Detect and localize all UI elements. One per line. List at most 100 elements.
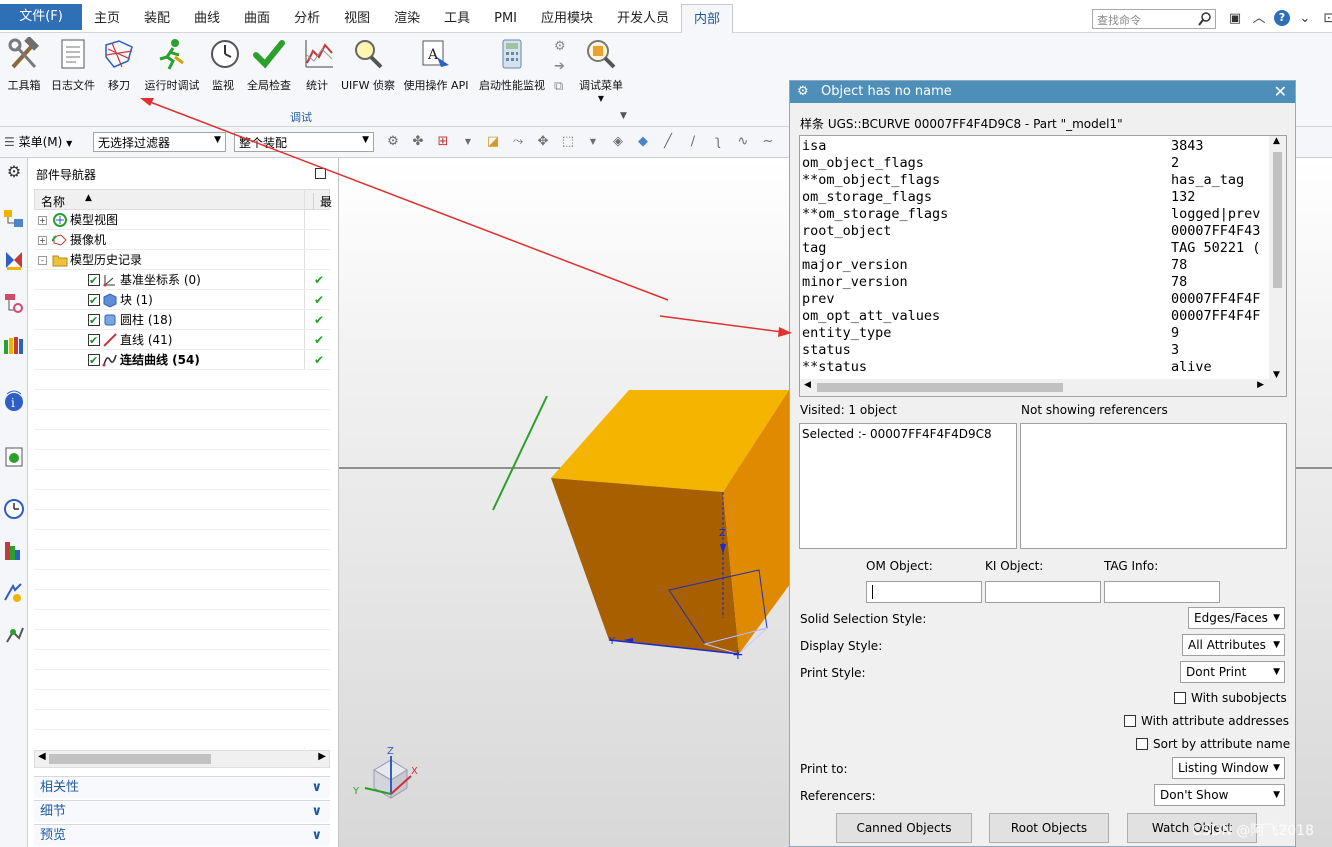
scroll-right-icon[interactable]: ▶ [318,751,326,762]
assembly-navigator-icon[interactable] [3,208,25,230]
attribute-row[interactable]: major_version 78 [802,257,1268,274]
tab-render[interactable]: 渲染 [382,4,432,33]
root-objects-button[interactable]: Root Objects [989,813,1109,843]
palette-icon[interactable] [3,540,25,562]
referencers-list[interactable] [1020,423,1287,549]
gear-icon[interactable]: ⚙ [797,81,809,103]
scroll-up-icon[interactable]: ▲ [1273,136,1280,146]
arrow-small-icon[interactable]: ➔ [554,59,572,79]
tab-curve[interactable]: 曲线 [182,4,232,33]
gear-small-icon[interactable]: ⚙ [554,39,572,59]
attribute-row[interactable]: minor_version 78 [802,274,1268,291]
solid-selection-style-select[interactable]: Edges/Faces ▼ [1188,607,1285,629]
close-icon[interactable]: ✕ [1274,81,1287,103]
with-subobjects-checkbox[interactable]: With subobjects [1174,691,1287,705]
solid-icon[interactable]: ◈ [609,133,627,151]
start-perf-monitor-button[interactable]: 启动性能监视 [478,37,546,93]
component-select-icon[interactable]: ✤ [409,133,427,151]
tab-assembly[interactable]: 装配 [132,4,182,33]
visibility-checkbox[interactable] [88,271,100,291]
selection-filter-select[interactable]: 无选择过滤器 ▼ [93,132,226,152]
sort-by-attribute-name-checkbox[interactable]: Sort by attribute name [1136,737,1290,751]
system-scene-icon[interactable] [3,624,25,646]
curve-snap-icon[interactable]: ʅ [709,133,727,151]
debug-menu-button[interactable]: 调试菜单 ▼ [578,37,624,103]
navigator-horizontal-scrollbar[interactable]: ◀ ▶ [34,750,330,768]
tab-pmi[interactable]: PMI [482,4,529,33]
om-object-input[interactable] [866,581,982,603]
collapse-icon[interactable]: - [38,256,47,265]
attribute-row[interactable]: om_object_flags 2 [802,155,1268,172]
section-preview[interactable]: 预览 ∨ [34,824,330,846]
attribute-list-box[interactable]: isa 3843 om_object_flags 2 **om_object_flags… [799,135,1287,397]
uifw-spy-button[interactable]: UIFW 侦察 [340,37,396,93]
settings-gear-icon[interactable]: ⚙ [3,162,25,184]
part-navigator-icon[interactable] [3,292,25,314]
checkbox-box[interactable] [1174,692,1186,704]
scroll-thumb[interactable] [1273,152,1282,288]
with-attribute-addresses-checkbox[interactable]: With attribute addresses [1124,714,1289,728]
slash-snap-icon[interactable]: ∕ [684,133,702,151]
copy-small-icon[interactable]: ⧉ [554,79,572,99]
log-file-button[interactable]: 日志文件 [50,37,96,93]
reuse-library-icon[interactable] [3,334,25,356]
print-to-select[interactable]: Listing Window ▼ [1172,757,1285,779]
checkbox-box[interactable] [1124,715,1136,727]
attribute-row[interactable]: om_storage_flags 132 [802,189,1268,206]
toolbox-button[interactable]: 工具箱 [6,37,42,93]
display-style-select[interactable]: All Attributes ▼ [1182,634,1285,656]
scroll-right-icon[interactable]: ▶ [1257,380,1264,390]
attribute-row[interactable]: status 3 [802,342,1268,359]
tree-row[interactable]: 圆柱 (18) ✔ [34,310,330,331]
selection-scope-select[interactable]: 整个装配 ▼ [234,132,374,152]
canned-objects-button[interactable]: Canned Objects [836,813,972,843]
ribbon-group-dropdown-icon[interactable]: ▼ [620,111,627,121]
roles-icon[interactable] [3,582,25,604]
selected-object-item[interactable]: Selected :- 00007FF4F4F4D9C8 [800,424,1016,444]
attribute-row[interactable]: isa 3843 [802,138,1268,155]
print-style-select[interactable]: Dont Print ▼ [1180,661,1285,683]
collapse-ribbon-icon[interactable]: ︿ [1250,10,1268,28]
column-header-latest[interactable]: 最 [313,193,332,210]
tree-row[interactable]: + 摄像机 [34,230,330,250]
dialog-title-bar[interactable]: ⚙ Object has no name ✕ [790,81,1295,103]
expand-icon[interactable]: + [38,216,47,225]
tab-internal[interactable]: 内部 [681,4,734,33]
tab-developer[interactable]: 开发人员 [605,4,681,33]
wave-snap-icon[interactable]: ∼ [759,133,777,151]
file-menu-button[interactable]: 文件(F) [0,4,82,30]
attribute-horizontal-scrollbar[interactable]: ◀ ▶ [800,379,1286,396]
spline-snap-icon[interactable]: ∿ [734,133,752,151]
statistics-button[interactable]: 统计 [302,37,333,93]
monitor-button[interactable]: 监视 [208,37,239,93]
ki-object-input[interactable] [985,581,1101,603]
attribute-row[interactable]: prev 00007FF4F4F [802,291,1268,308]
attribute-row[interactable]: root_object 00007FF4F43 [802,223,1268,240]
command-search-input[interactable]: 查找命令 [1092,9,1216,29]
visibility-checkbox[interactable] [88,351,100,371]
referencers-select[interactable]: Don't Show ▼ [1154,784,1285,806]
sort-ascending-icon[interactable]: ▲ [85,193,92,203]
menu-button[interactable]: ☰ 菜单(M) ▼ [4,133,72,150]
attribute-row[interactable]: tag TAG 50221 ( [802,240,1268,257]
use-api-button[interactable]: A 使用操作 API [402,37,470,93]
tab-surface[interactable]: 曲面 [232,4,282,33]
rectangle-select-icon[interactable]: ⬚ [559,133,577,151]
eraser-icon[interactable]: ◪ [484,133,502,151]
add-icon[interactable]: ⊞ [434,133,452,151]
scroll-left-icon[interactable]: ◀ [804,380,811,390]
visibility-checkbox[interactable] [88,331,100,351]
attribute-row[interactable]: **status alive [802,359,1268,376]
scroll-thumb[interactable] [817,383,1063,392]
assembly-select-icon[interactable]: ⚙ [384,133,402,151]
checkbox-box[interactable] [1136,738,1148,750]
constraint-navigator-icon[interactable] [3,250,25,272]
tab-analysis[interactable]: 分析 [282,4,332,33]
restore-ribbon-icon[interactable]: ▣ [1226,10,1244,28]
global-check-button[interactable]: 全局检查 [246,37,292,93]
attribute-row[interactable]: **om_object_flags has_a_tag [802,172,1268,189]
visited-list[interactable]: Selected :- 00007FF4F4F4D9C8 [799,423,1017,549]
tree-row[interactable]: 块 (1) ✔ [34,290,330,311]
help-icon[interactable]: ? [1274,10,1290,26]
history-clock-icon[interactable] [3,498,25,520]
